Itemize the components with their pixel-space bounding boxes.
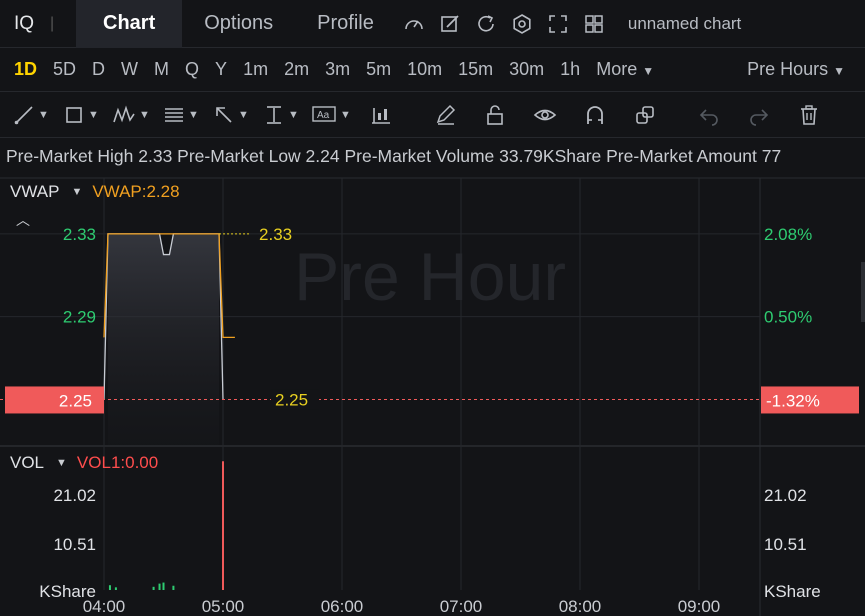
volume-bar — [162, 582, 165, 590]
pct-tick-right: 0.50% — [764, 308, 812, 327]
vol-tick-left: KShare — [39, 582, 96, 601]
time-tick-label: 06:00 — [321, 597, 364, 616]
watermark-text: Pre Hour — [294, 239, 566, 315]
time-tick-label: 07:00 — [440, 597, 483, 616]
vol-name: VOL — [10, 453, 45, 472]
vol-tick-right: KShare — [764, 582, 821, 601]
vol-tick-left: 10.51 — [53, 535, 96, 554]
pct-tick-right: 2.08% — [764, 225, 812, 244]
volume-bar — [222, 461, 224, 590]
current-price-text: 2.25 — [59, 391, 92, 410]
vwap-name: VWAP — [10, 182, 60, 201]
price-tick-left: 2.33 — [63, 225, 96, 244]
current-pct-text: -1.32% — [766, 391, 820, 410]
volume-bar — [158, 583, 161, 590]
vol-tick-right: 10.51 — [764, 535, 807, 554]
volume-bar — [152, 586, 155, 590]
price-tick-left: 2.29 — [63, 308, 96, 327]
vol-indicator-label[interactable]: VOL ▼ VOL1:0.00 — [10, 453, 158, 473]
vol-value: VOL1:0.00 — [76, 453, 159, 472]
scrollbar-thumb — [861, 262, 865, 322]
collapse-chevron-icon[interactable]: ︿ — [16, 210, 30, 230]
volume-bar — [114, 587, 117, 590]
vol-tick-left: 21.02 — [53, 486, 96, 505]
caret-down-icon[interactable]: ▼ — [71, 186, 82, 198]
vwap-indicator-label[interactable]: VWAP ▼ VWAP:2.28 — [10, 182, 180, 202]
chart-canvas[interactable]: Pre Hour 2.332.252.25 -1.32% 04:00 05:00 06… — [0, 0, 865, 616]
vol-tick-right: 21.02 — [764, 486, 807, 505]
vwap-value: VWAP:2.28 — [92, 182, 180, 201]
last-price-label: 2.25 — [275, 390, 308, 409]
time-tick-label: 08:00 — [559, 597, 602, 616]
time-tick-label: 05:00 — [202, 597, 245, 616]
volume-bar — [108, 585, 111, 590]
high-price-label: 2.33 — [259, 225, 292, 244]
caret-down-icon[interactable]: ▼ — [56, 457, 67, 469]
volume-bar — [172, 585, 175, 590]
price-area — [107, 233, 220, 445]
volume-layer — [108, 461, 224, 590]
time-tick-label: 09:00 — [678, 597, 721, 616]
